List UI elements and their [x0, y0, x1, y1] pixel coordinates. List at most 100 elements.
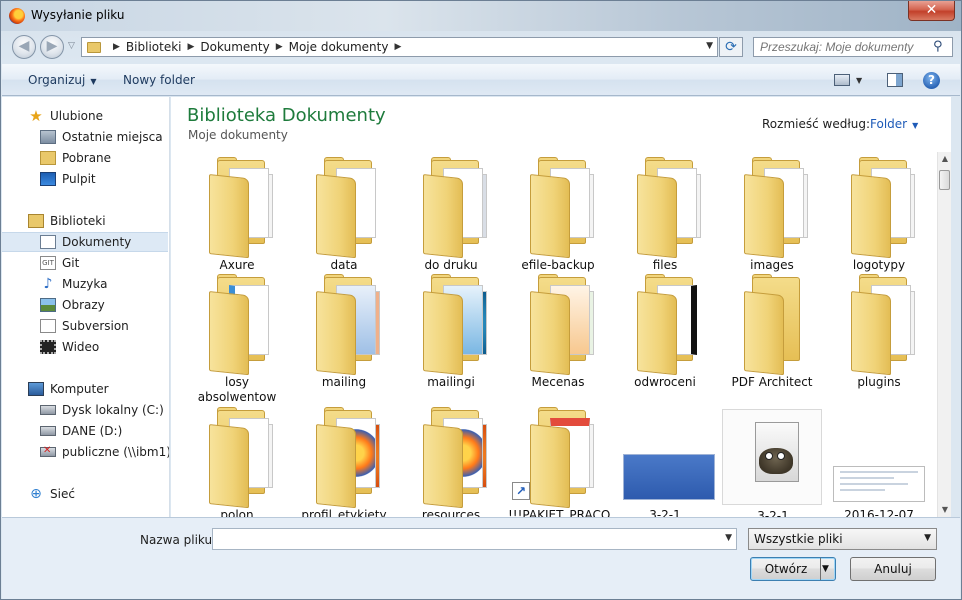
nav-disk-c[interactable]: Dysk lokalny (C:) — [2, 400, 168, 420]
refresh-button[interactable]: ⟳ — [719, 37, 743, 57]
scroll-down-icon[interactable]: ▼ — [938, 503, 952, 517]
drive-icon — [40, 426, 56, 436]
breadcrumb-libraries[interactable]: Biblioteki — [126, 40, 182, 54]
close-button[interactable]: ✕ — [908, 1, 955, 21]
address-dropdown-icon[interactable]: ▼ — [706, 41, 713, 51]
view-dropdown-icon[interactable]: ▼ — [856, 76, 862, 85]
gimp-file-icon — [745, 422, 801, 486]
open-label: Otwórz — [764, 562, 808, 576]
nav-documents[interactable]: Dokumenty — [2, 232, 168, 252]
item-label: odwroceni — [634, 375, 696, 389]
open-options-arrow-icon[interactable]: ▼ — [822, 558, 829, 580]
breadcrumb-documents[interactable]: Dokumenty — [200, 40, 269, 54]
search-icon[interactable]: ⚲ — [933, 39, 943, 54]
help-icon[interactable]: ? — [923, 72, 940, 89]
gimp-file-item[interactable]: 3-2-1 — [722, 409, 822, 517]
item-label: Mecenas — [531, 375, 585, 389]
nav-desktop[interactable]: Pulpit — [2, 169, 168, 189]
navigation-pane: ★ Ulubione Ostatnie miejsca Pobrane Pulpi… — [2, 97, 170, 517]
nav-recent-places[interactable]: Ostatnie miejsca — [2, 127, 168, 147]
nav-video[interactable]: Wideo — [2, 337, 168, 357]
address-bar[interactable]: ▶ Biblioteki ▶ Dokumenty ▶ Moje dokument… — [81, 37, 718, 57]
item-label: Axure — [219, 258, 255, 272]
search-input[interactable] — [753, 37, 953, 57]
nav-label: Dysk lokalny (C:) — [62, 403, 164, 417]
folder-icon — [316, 157, 378, 259]
preview-pane-icon[interactable] — [887, 73, 903, 87]
nav-public-network-drive[interactable]: publiczne (\\ibm1) ( — [2, 442, 170, 462]
item-label: 3-2-1 — [649, 508, 681, 517]
file-list-pane: Biblioteka Dokumenty Moje dokumenty Rozm… — [171, 97, 951, 517]
cancel-button[interactable]: Anuluj — [850, 557, 936, 581]
item-label: !!!PAKIET_PRACO — [508, 508, 611, 517]
breadcrumb-my-documents[interactable]: Moje dokumenty — [289, 40, 389, 54]
filename-dropdown-icon[interactable]: ▼ — [725, 533, 732, 543]
documents-library-icon — [40, 235, 56, 249]
item-label: plugins — [857, 375, 901, 389]
item-label: images — [750, 258, 794, 272]
back-button[interactable]: ◀ — [12, 35, 36, 59]
nav-favorites[interactable]: ★ Ulubione — [2, 106, 168, 126]
nav-label: Obrazy — [62, 298, 105, 312]
folder-icon — [209, 157, 273, 259]
disconnected-network-drive-icon — [40, 445, 56, 457]
nav-downloads[interactable]: Pobrane — [2, 148, 168, 168]
recent-places-icon — [40, 130, 56, 144]
folder-icon — [423, 407, 487, 509]
forward-button[interactable]: ▶ — [40, 35, 64, 59]
dropdown-arrow-icon: ▼ — [912, 121, 919, 130]
nav-label: Git — [62, 256, 80, 270]
file-type-value: Wszystkie pliki — [754, 532, 843, 546]
nav-network[interactable]: ⊕ Sieć — [2, 484, 168, 504]
desktop-icon — [40, 172, 56, 186]
nav-libraries[interactable]: Biblioteki — [2, 211, 168, 231]
vertical-scrollbar[interactable]: ▲ ▼ — [937, 152, 951, 517]
nav-pictures[interactable]: Obrazy — [2, 295, 168, 315]
scroll-thumb[interactable] — [939, 170, 950, 190]
recent-pages-dropdown-icon[interactable]: ▽ — [68, 41, 75, 51]
image-thumbnail — [623, 454, 715, 500]
breadcrumb-separator-icon[interactable]: ▶ — [394, 42, 401, 52]
arrange-by-dropdown[interactable]: Folder ▼ — [870, 117, 918, 131]
library-subtitle: Moje dokumenty — [188, 128, 288, 142]
breadcrumb-separator-icon[interactable]: ▶ — [276, 42, 283, 52]
file-type-select[interactable]: Wszystkie pliki ▼ — [748, 528, 937, 550]
item-label: polon — [220, 508, 254, 517]
open-button[interactable]: Otwórz ▼ — [750, 557, 836, 581]
nav-music[interactable]: ♪ Muzyka — [2, 274, 168, 294]
new-folder-button[interactable]: Nowy folder — [123, 73, 195, 87]
nav-git[interactable]: GIT Git — [2, 253, 168, 273]
window-title: Wysyłanie pliku — [31, 8, 125, 22]
nav-label: publiczne (\\ibm1) ( — [62, 445, 170, 459]
nav-label: Sieć — [50, 487, 75, 501]
back-arrow-icon: ◀ — [18, 38, 30, 54]
nav-label: Muzyka — [62, 277, 108, 291]
nav-computer[interactable]: Komputer — [2, 379, 168, 399]
folder-icon — [423, 274, 487, 376]
scroll-up-icon[interactable]: ▲ — [938, 152, 952, 166]
item-label: losy absolwentow — [197, 375, 277, 404]
item-label: mailing — [321, 375, 367, 389]
nav-disk-d[interactable]: DANE (D:) — [2, 421, 168, 441]
folder-icon — [637, 157, 701, 259]
change-view-icon[interactable] — [834, 74, 850, 86]
nav-label: Pobrane — [62, 151, 112, 165]
item-label: files — [652, 258, 678, 272]
nav-label: Subversion — [62, 319, 129, 333]
music-icon: ♪ — [43, 276, 53, 292]
filename-input[interactable]: ▼ — [212, 528, 737, 550]
filename-label: Nazwa pliku: — [140, 533, 217, 547]
library-folder-icon — [87, 41, 101, 53]
star-icon: ★ — [29, 107, 43, 125]
folder-icon — [209, 407, 273, 509]
folder-icon — [851, 157, 915, 259]
breadcrumb-separator-icon[interactable]: ▶ — [113, 42, 120, 52]
libraries-icon — [28, 214, 44, 228]
breadcrumb-separator-icon[interactable]: ▶ — [188, 42, 195, 52]
library-title: Biblioteka Dokumenty — [187, 105, 386, 126]
nav-subversion[interactable]: Subversion — [2, 316, 168, 336]
organize-menu[interactable]: Organizuj ▼ — [28, 73, 96, 87]
folder-icon — [530, 407, 594, 509]
refresh-icon: ⟳ — [725, 39, 737, 55]
folder-icon — [209, 274, 271, 376]
